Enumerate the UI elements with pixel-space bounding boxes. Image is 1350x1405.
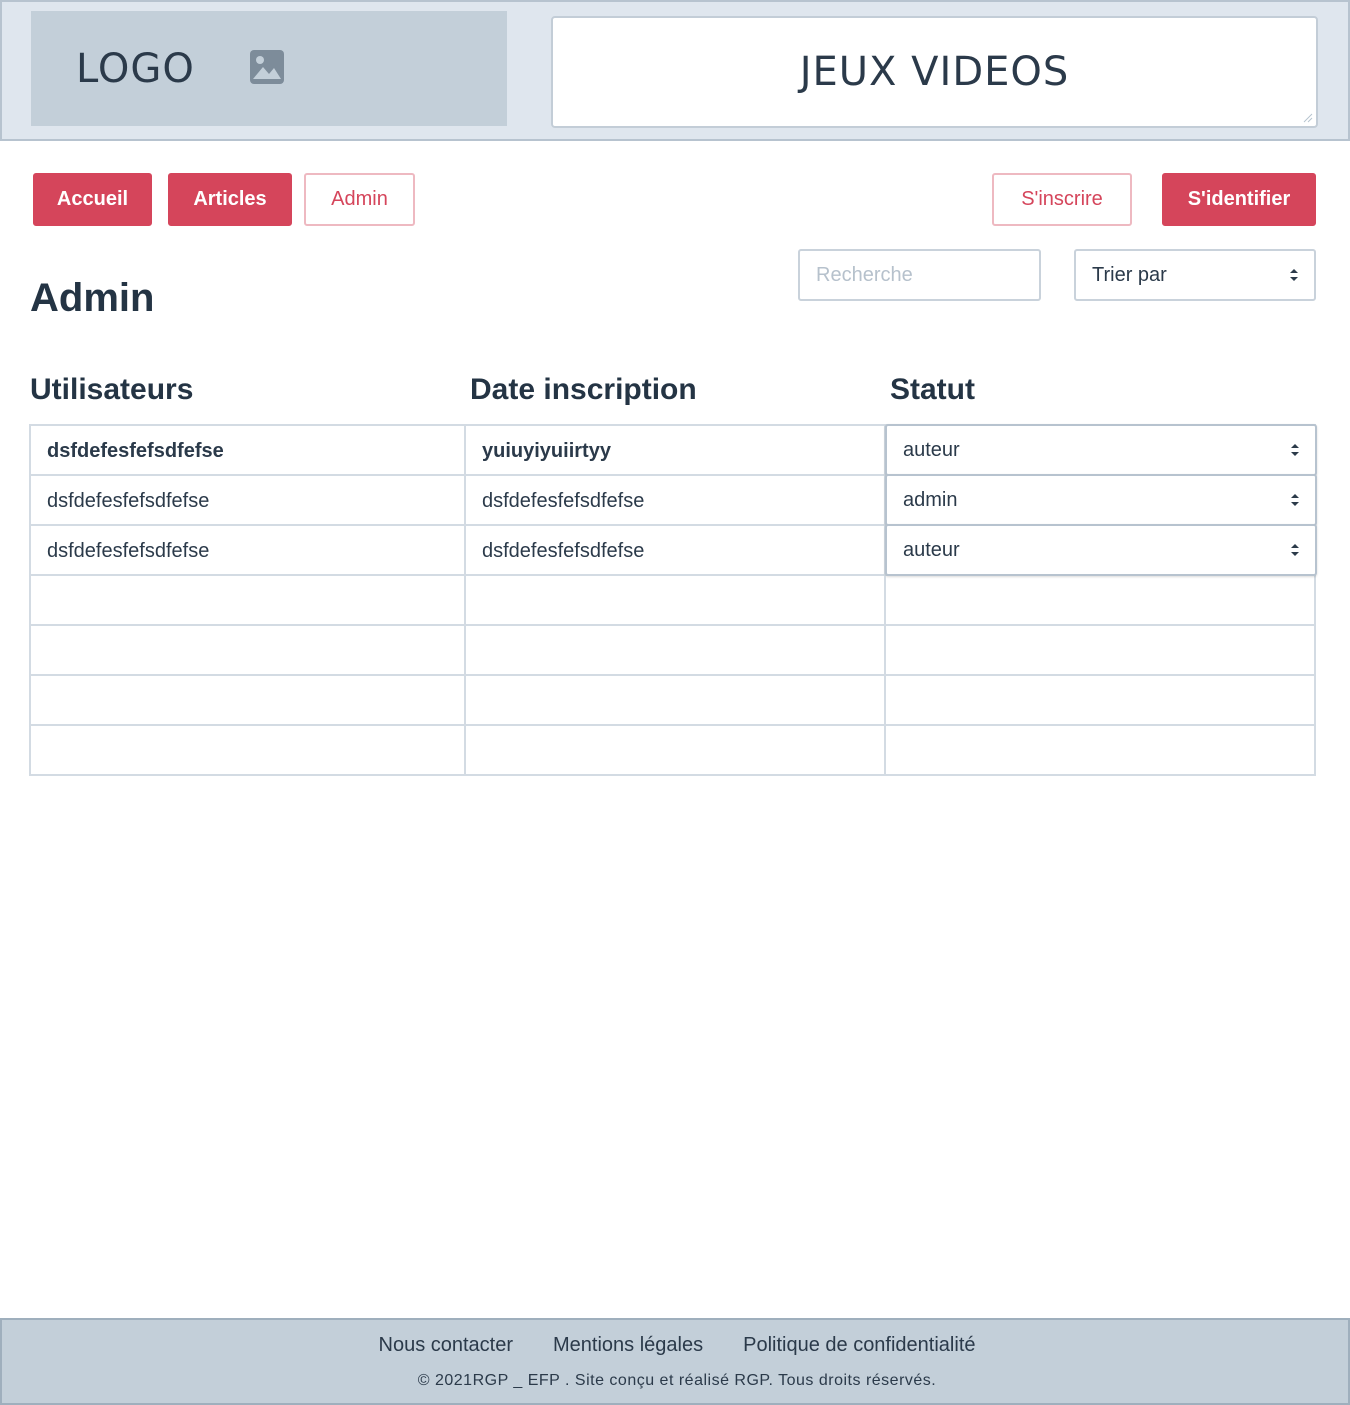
- table-row: dsfdefesfefsdfefse dsfdefesfefsdfefse ad…: [31, 474, 1317, 526]
- select-arrows-icon: [1291, 494, 1299, 506]
- table-row: dsfdefesfefsdfefse dsfdefesfefsdfefse au…: [31, 524, 1317, 576]
- empty-cell: [31, 576, 466, 626]
- date-cell: dsfdefesfefsdfefse: [466, 476, 886, 526]
- footer-link-privacy[interactable]: Politique de confidentialité: [743, 1334, 975, 1357]
- footer-link-legal[interactable]: Mentions légales: [553, 1334, 703, 1357]
- site-title: JEUX VIDEOS: [551, 16, 1318, 128]
- nav-admin-button[interactable]: Admin: [304, 173, 415, 226]
- status-select[interactable]: auteur: [885, 424, 1317, 476]
- nav-accueil-button[interactable]: Accueil: [33, 173, 152, 226]
- empty-cell: [886, 626, 1314, 676]
- empty-cell: [31, 626, 466, 676]
- table-row-empty: [31, 676, 1314, 726]
- empty-cell: [31, 726, 466, 776]
- sort-select-value: Trier par: [1092, 263, 1167, 286]
- site-footer: Nous contacter Mentions légales Politiqu…: [0, 1318, 1350, 1405]
- signup-button[interactable]: S'inscrire: [992, 173, 1132, 226]
- logo[interactable]: LOGO: [31, 11, 507, 126]
- select-arrows-icon: [1291, 444, 1299, 456]
- status-select[interactable]: auteur: [885, 524, 1317, 576]
- empty-cell: [466, 676, 886, 726]
- column-header-status: Statut: [890, 373, 975, 406]
- column-header-date: Date inscription: [470, 373, 697, 406]
- footer-link-contact[interactable]: Nous contacter: [379, 1334, 514, 1357]
- image-icon: [250, 50, 284, 84]
- table-row-empty: [31, 576, 1314, 626]
- user-cell: dsfdefesfefsdfefse: [31, 426, 466, 476]
- empty-cell: [466, 576, 886, 626]
- status-select-value: auteur: [903, 438, 960, 461]
- site-title-text: JEUX VIDEOS: [799, 49, 1070, 95]
- table-row: dsfdefesfefsdfefse yuiuyiyuiirtyy auteur: [31, 424, 1317, 476]
- logo-text: LOGO: [76, 45, 195, 92]
- users-table: dsfdefesfefsdfefse yuiuyiyuiirtyy auteur…: [29, 424, 1317, 776]
- empty-cell: [886, 676, 1314, 726]
- footer-links: Nous contacter Mentions légales Politiqu…: [2, 1334, 1350, 1357]
- login-button[interactable]: S'identifier: [1162, 173, 1316, 226]
- nav-articles-button[interactable]: Articles: [168, 173, 292, 226]
- date-cell: yuiuyiyuiirtyy: [466, 426, 886, 476]
- site-header: LOGO JEUX VIDEOS: [0, 0, 1350, 141]
- status-select-value: admin: [903, 488, 958, 511]
- select-arrows-icon: [1291, 544, 1299, 556]
- empty-cell: [31, 676, 466, 726]
- user-cell: dsfdefesfefsdfefse: [31, 526, 466, 576]
- search-input[interactable]: [798, 249, 1041, 301]
- table-row-empty: [31, 626, 1314, 676]
- empty-cell: [466, 626, 886, 676]
- empty-cell: [466, 726, 886, 776]
- copyright-text: © 2021RGP _ EFP . Site conçu et réalisé …: [417, 1372, 937, 1389]
- empty-cell: [886, 576, 1314, 626]
- date-cell: dsfdefesfefsdfefse: [466, 526, 886, 576]
- empty-cell: [886, 726, 1314, 776]
- page-title: Admin: [30, 276, 155, 320]
- status-select[interactable]: admin: [885, 474, 1317, 526]
- column-header-users: Utilisateurs: [30, 373, 194, 406]
- table-row-empty: [31, 726, 1314, 776]
- sort-select[interactable]: Trier par: [1074, 249, 1316, 301]
- user-cell: dsfdefesfefsdfefse: [31, 476, 466, 526]
- status-select-value: auteur: [903, 538, 960, 561]
- select-arrows-icon: [1290, 269, 1298, 281]
- resize-grip-icon: [1303, 113, 1313, 123]
